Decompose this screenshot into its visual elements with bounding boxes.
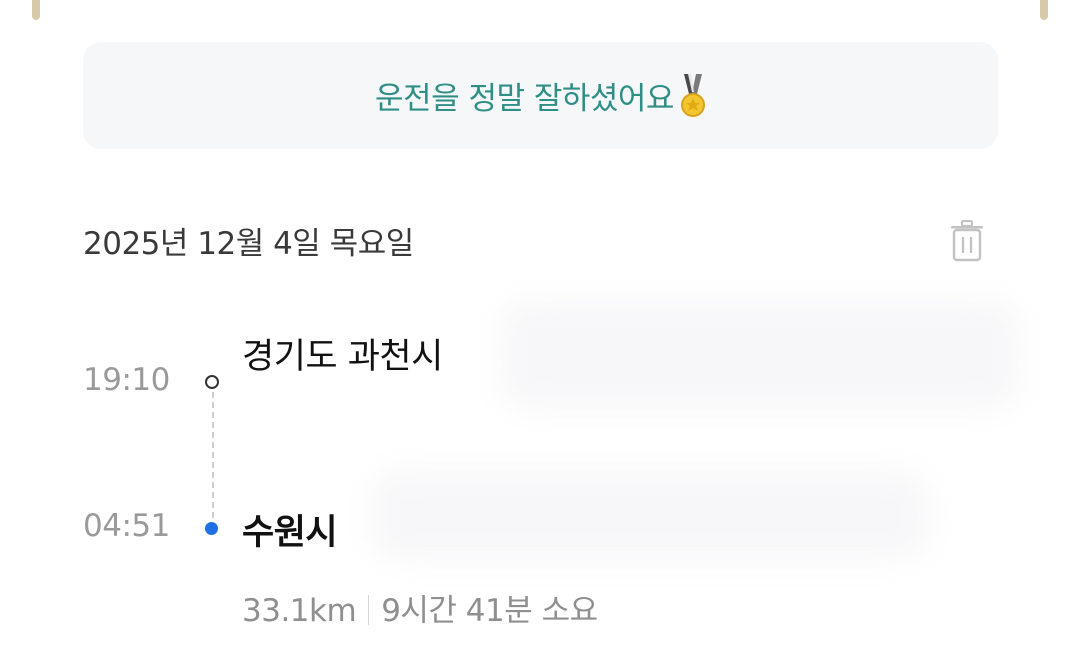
end-time: 04:51 [83, 508, 170, 544]
end-place: 수원시 [242, 513, 338, 553]
route-connector [212, 392, 214, 518]
right-corner-edge [1040, 0, 1048, 20]
left-corner-edge [32, 0, 40, 20]
summary-divider [368, 595, 370, 625]
end-point-marker [205, 522, 218, 535]
start-place: 경기도 과천시 [242, 337, 443, 377]
trip-date: 2025년 12월 4일 목요일 [83, 226, 414, 262]
trash-icon[interactable] [948, 220, 986, 262]
start-time: 19:10 [83, 362, 170, 398]
praise-banner: 운전을 정말 잘하셨어요 [83, 42, 998, 149]
start-point-marker [205, 375, 219, 389]
trip-summary: 33.1km 9시간 41분 소요 [242, 585, 598, 630]
redacted-address-start [500, 300, 1020, 410]
praise-message: 운전을 정말 잘하셨어요 [375, 81, 674, 117]
trip-distance: 33.1km [242, 593, 357, 629]
trip-duration: 9시간 41분 소요 [381, 593, 598, 629]
medal-icon [680, 73, 705, 117]
redacted-address-end [370, 470, 930, 560]
